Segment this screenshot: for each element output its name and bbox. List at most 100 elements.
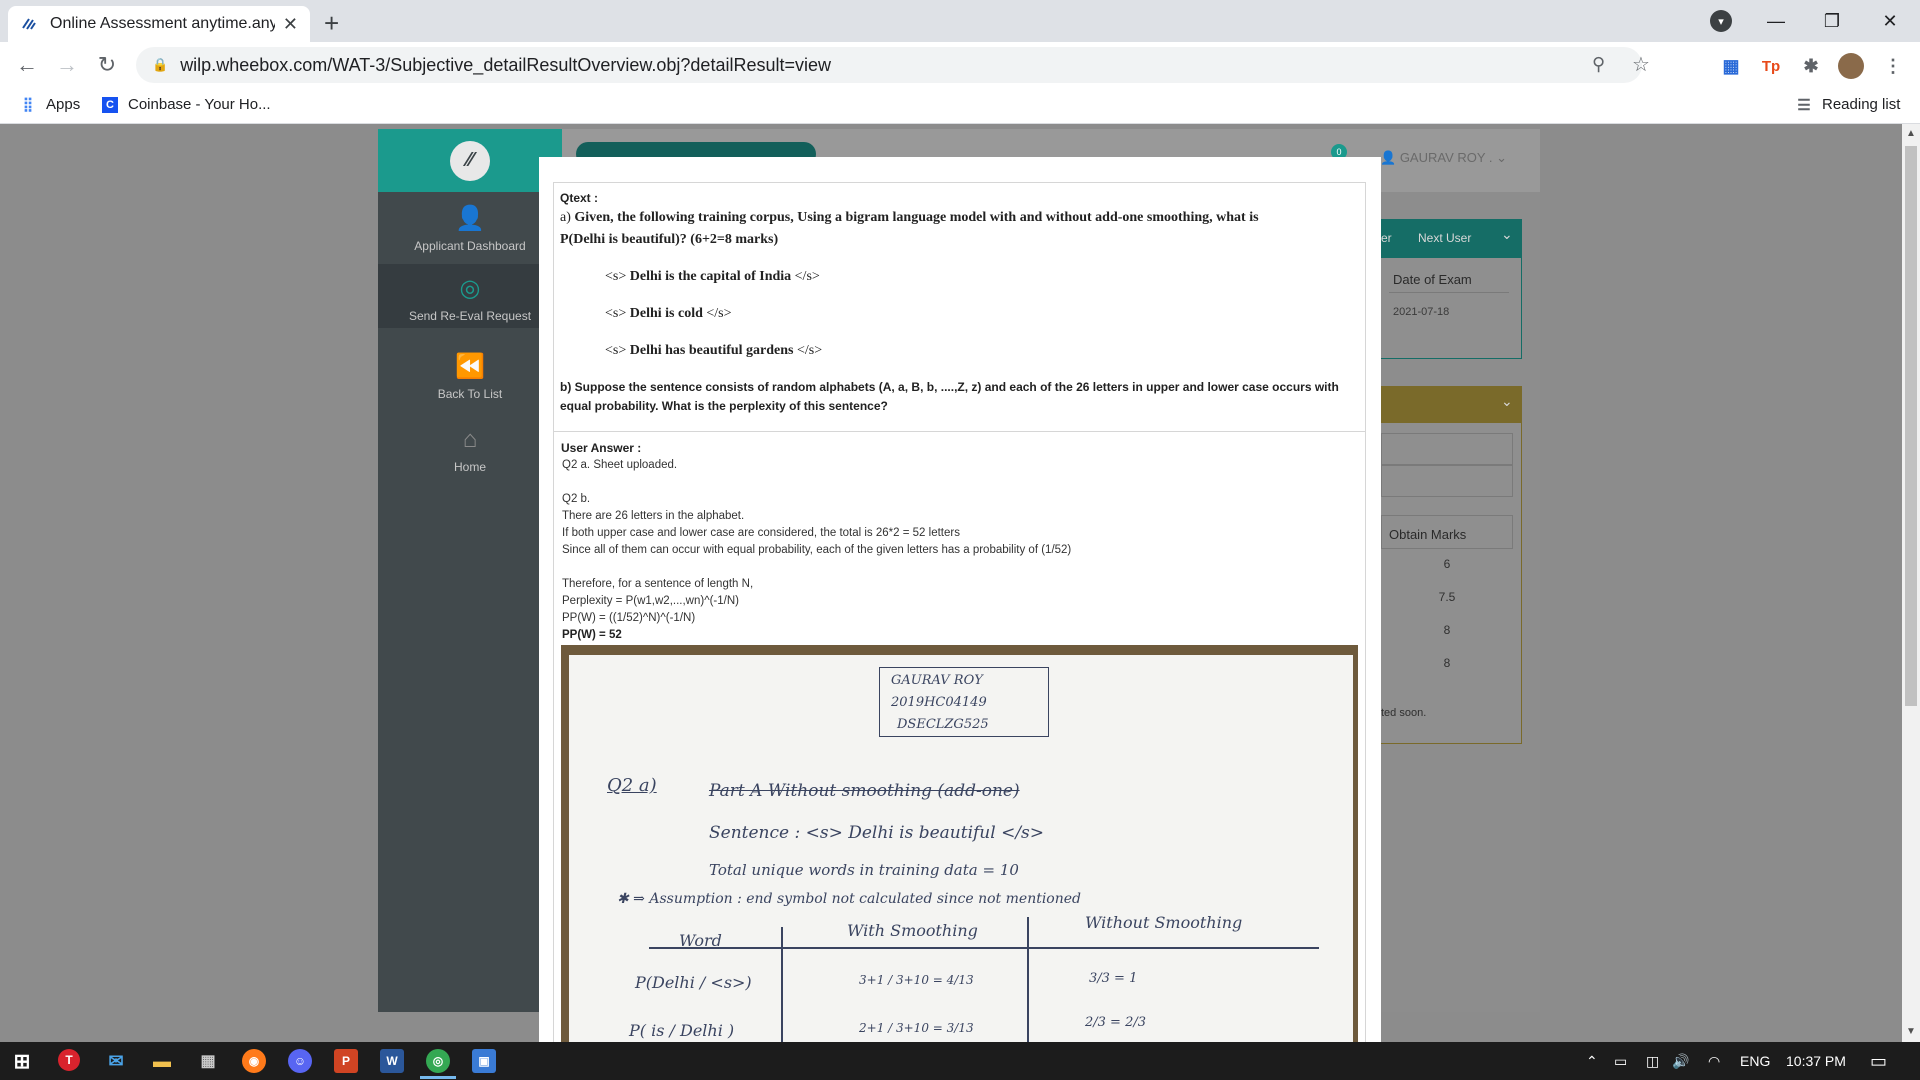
windows-taskbar: ⊞ T ✉ ▬ ▦ ◉ ☺ P W ◎ ▣ ⌃ ▭ ◫ 🔊 ◠ ENG 10:3… (0, 1042, 1920, 1080)
chevron-down-icon[interactable]: ⌄ (1501, 226, 1513, 243)
next-user-button[interactable]: Next User (1418, 231, 1471, 245)
marks-value: 8 (1443, 623, 1451, 637)
bookmark-label: Apps (46, 96, 81, 113)
user-menu[interactable]: 👤 GAURAV ROY . ⌄ (1380, 150, 1507, 166)
back-icon[interactable]: ← (12, 50, 42, 80)
student-name: GAURAV ROY (891, 673, 983, 688)
sentence-line: Sentence : <s> Delhi is beautiful </s> (709, 823, 1045, 843)
bookmark-label: Coinbase - Your Ho... (128, 96, 271, 113)
restore-icon[interactable]: ❐ (1804, 0, 1860, 42)
forward-icon[interactable]: → (52, 50, 82, 80)
nav-fragment: er (1381, 231, 1392, 245)
start-token: <s> (605, 306, 627, 321)
table-cell (1381, 465, 1513, 497)
page-scrollbar[interactable]: ▲ ▼ (1902, 124, 1920, 1042)
mail-icon[interactable]: ✉ (104, 1049, 128, 1073)
bookmarks-bar: ⣿ Apps C Coinbase - Your Ho... ☰ Reading… (0, 88, 1920, 124)
reading-list-label: Reading list (1822, 96, 1901, 113)
marks-value: 6 (1443, 557, 1451, 571)
sidebar-item-label: Back To List (437, 387, 503, 401)
tp-extension-icon[interactable]: Tp (1760, 55, 1782, 77)
address-bar[interactable]: 🔒 wilp.wheebox.com/WAT-3/Subjective_deta… (136, 47, 1642, 83)
battery-icon[interactable]: ▭ (1614, 1053, 1627, 1070)
logo-bar: ⁄⁄ (378, 129, 562, 192)
sidebar-item-back[interactable]: ⏪ Back To List (378, 352, 562, 401)
answer-line: Q2 b. (562, 493, 591, 505)
new-tab-icon[interactable]: + (324, 8, 339, 39)
student-id: 2019HC04149 (891, 695, 987, 710)
end-token: </s> (794, 269, 820, 284)
language-indicator[interactable]: ENG (1740, 1053, 1770, 1069)
chrome-menu-icon[interactable]: ⋮ (1882, 55, 1904, 77)
sidebar-item-label: Applicant Dashboard (414, 239, 526, 253)
tab-search-icon[interactable]: ▾ (1710, 10, 1732, 32)
sidebar-item-home[interactable]: ⌂ Home (378, 426, 562, 474)
table-rule (781, 927, 783, 1042)
panel-header: er Next User ⌄ (1381, 220, 1521, 258)
sidebar-item-label: Send Re-Eval Request (408, 309, 532, 323)
bookmark-coinbase[interactable]: C Coinbase - Your Ho... (102, 96, 271, 113)
table-rule (649, 947, 1319, 949)
coinbase-icon: C (102, 96, 118, 113)
question-b-line2: equal probability. What is the perplexit… (560, 399, 888, 413)
app-logo: ⁄⁄ (450, 140, 490, 181)
answer-line: Since all of them can occur with equal p… (562, 544, 1072, 556)
windows-start-icon[interactable]: ⊞ (10, 1049, 34, 1073)
clock[interactable]: 10:37 PM (1786, 1053, 1846, 1069)
question-a-text: Given, the following training corpus, Us… (574, 210, 1259, 225)
bookmark-star-icon[interactable]: ☆ (1632, 52, 1650, 77)
sidebar-item-reeval[interactable]: ◎ Send Re-Eval Request (378, 264, 562, 328)
minimize-icon[interactable]: — (1748, 0, 1804, 42)
tray-chevron-icon[interactable]: ⌃ (1586, 1053, 1598, 1070)
scrollbar-thumb[interactable] (1905, 146, 1917, 706)
answer-paper: GAURAV ROY 2019HC04149 DSECLZG525 Q2 a) … (569, 655, 1353, 1042)
browser-tab[interactable]: Online Assessment anytime.anyw ✕ (8, 6, 310, 42)
firefox-icon[interactable]: ◉ (242, 1049, 266, 1073)
row-without: 3/3 = 1 (1089, 971, 1138, 986)
grid-extension-icon[interactable]: ▦ (1720, 55, 1742, 77)
chevron-down-icon[interactable]: ⌄ (1501, 393, 1513, 410)
col-without-smoothing: Without Smoothing (1085, 913, 1243, 932)
sidebar-item-dashboard[interactable]: 👤 Applicant Dashboard (378, 204, 562, 253)
wheebox-favicon-icon (21, 16, 37, 32)
marks-value: 8 (1443, 656, 1451, 670)
scroll-down-icon[interactable]: ▼ (1906, 1026, 1916, 1037)
col-word: Word (679, 931, 722, 950)
todoist-icon[interactable]: T (58, 1049, 80, 1071)
meet-now-icon[interactable]: ◫ (1646, 1053, 1659, 1070)
target-icon: ◎ (459, 275, 481, 302)
notification-center-icon[interactable]: ▭ (1870, 1051, 1887, 1072)
photos-icon[interactable]: ▣ (472, 1049, 496, 1073)
close-tab-icon[interactable]: ✕ (283, 14, 298, 35)
powerpoint-icon[interactable]: P (334, 1049, 358, 1073)
wifi-icon[interactable]: ◠ (1708, 1053, 1720, 1070)
panel-header: ⌄ (1381, 387, 1521, 423)
word-icon[interactable]: W (380, 1049, 404, 1073)
close-window-icon[interactable]: ✕ (1862, 0, 1918, 42)
bookmark-apps[interactable]: ⣿ Apps (20, 96, 80, 113)
qtext-label: Qtext : (560, 191, 599, 205)
profile-avatar-icon[interactable] (1838, 53, 1864, 79)
zoom-icon[interactable]: ⚲ (1592, 54, 1605, 75)
question-a-line2: P(Delhi is beautiful)? (6+2=8 marks) (560, 232, 779, 247)
volume-icon[interactable]: 🔊 (1672, 1053, 1689, 1070)
lock-icon: 🔒 (152, 57, 169, 72)
chrome-icon[interactable]: ◎ (426, 1049, 450, 1073)
discord-icon[interactable]: ☺ (288, 1049, 312, 1073)
marks-panel: ⌄ Obtain Marks 6 7.5 8 8 ted soon. (1380, 386, 1522, 744)
answer-line: Perplexity = P(w1,w2,...,wn)^(-1/N) (562, 595, 739, 607)
tab-title: Online Assessment anytime.anyw (50, 15, 275, 32)
user-answer-label: User Answer : (561, 441, 642, 455)
reading-list-button[interactable]: ☰ Reading list (1796, 96, 1901, 114)
answer-line: PP(W) = ((1/52)^N)^(-1/N) (562, 612, 696, 624)
divider (1389, 292, 1509, 293)
reload-icon[interactable]: ↻ (92, 50, 122, 80)
adblock-icon[interactable]: ABP (1680, 55, 1702, 77)
extensions-puzzle-icon[interactable]: ✱ (1800, 55, 1822, 77)
calculator-icon[interactable]: ▦ (196, 1049, 220, 1073)
uploaded-answer-sheet[interactable]: GAURAV ROY 2019HC04149 DSECLZG525 Q2 a) … (561, 645, 1358, 1042)
tab-strip: Online Assessment anytime.anyw ✕ + ▾ — ❐… (0, 0, 1920, 42)
file-explorer-icon[interactable]: ▬ (150, 1049, 174, 1073)
scroll-up-icon[interactable]: ▲ (1906, 128, 1916, 139)
struck-heading: Part A Without smoothing (add-one) (709, 781, 1020, 801)
